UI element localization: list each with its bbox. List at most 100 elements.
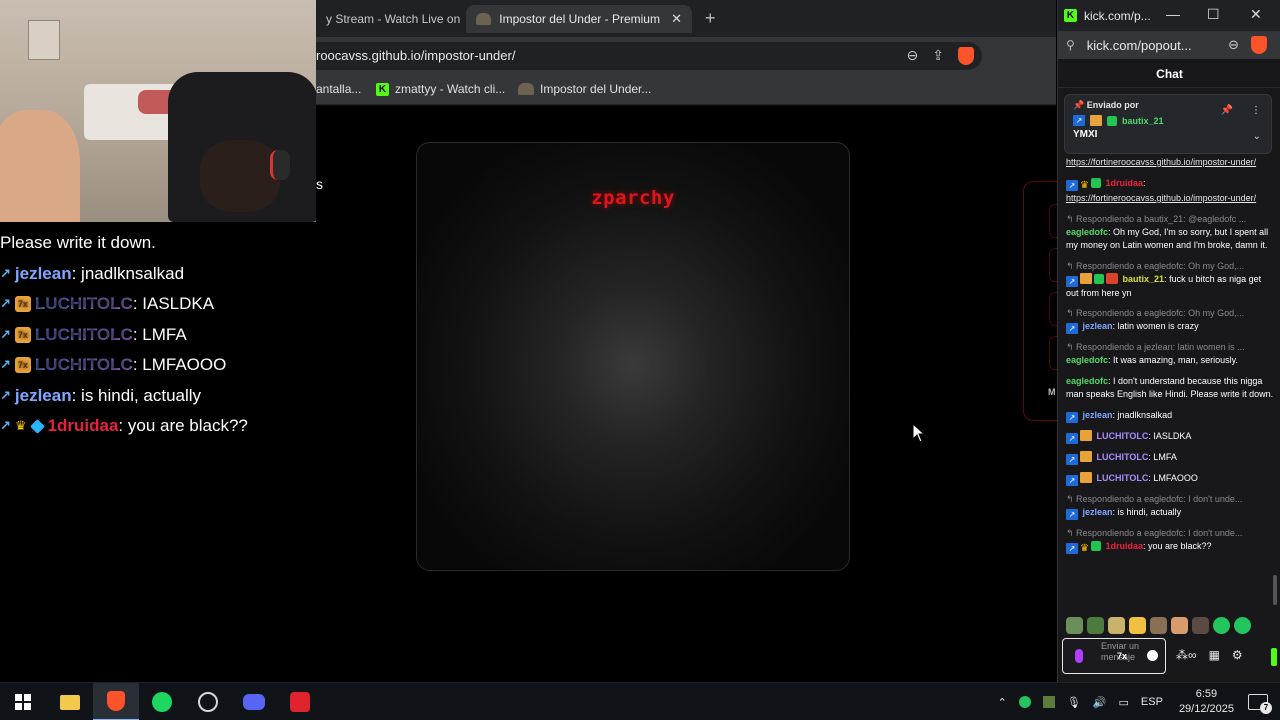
gift-badge-icon xyxy=(1090,540,1101,551)
mouse-cursor-icon xyxy=(912,423,926,443)
reply-context[interactable]: ↰ Respondiendo a jezlean: latin women is… xyxy=(1066,341,1274,354)
sword-badge-icon: ↗ xyxy=(1066,411,1078,423)
chat-text: IASLDKA xyxy=(1153,430,1192,441)
chat-message: ↗ LUCHITOLC: LMFAOOO xyxy=(1066,471,1274,486)
popout-chat-window: K kick.com/p... — ☐ ✕ ⚲ kick.com/popout.… xyxy=(1057,0,1280,682)
crown-badge-icon: ♛ xyxy=(14,418,27,434)
chat-message: ↗ jezlean: jnadlknsalkad xyxy=(1066,409,1274,423)
emote-icon[interactable] xyxy=(1192,617,1209,634)
volume-icon[interactable]: 🔊 xyxy=(1093,696,1107,709)
url-text[interactable]: roocavss.github.io/impostor-under/ xyxy=(316,48,515,63)
bookmark-item-zmattyy[interactable]: K zmattyy - Watch cli... xyxy=(376,82,505,96)
close-icon[interactable]: ✕ xyxy=(1250,6,1262,23)
game-title: zparchy xyxy=(591,187,675,209)
chat-link[interactable]: https://fortineroocavss.github.io/impost… xyxy=(1066,193,1256,203)
chat-input[interactable]: Enviar un mensaje 7x xyxy=(1062,638,1166,674)
users-icon[interactable]: ⁂∞ xyxy=(1176,648,1197,662)
tab-impostor[interactable]: Impostor del Under - Premium B ✕ xyxy=(466,5,692,33)
reply-context[interactable]: ↰ Respondiendo a bautix_21: @eagledofc .… xyxy=(1066,213,1274,226)
notification-icon[interactable]: 7 xyxy=(1248,694,1272,714)
more-options-icon[interactable]: ⋮ xyxy=(1251,105,1261,116)
chat-link[interactable]: https://fortineroocavss.github.io/impost… xyxy=(1066,157,1256,167)
minimize-icon[interactable]: — xyxy=(1166,6,1180,22)
chat-scrollbar[interactable] xyxy=(1273,575,1277,605)
pin-icon[interactable]: 📌 xyxy=(1221,105,1233,116)
emote-icon[interactable] xyxy=(1171,617,1188,634)
pinned-message[interactable]: 📌 Enviado por 📌 ⋮ ↗ bautix_21 YMXI ⌄ xyxy=(1064,94,1272,154)
kick-icon: K xyxy=(376,82,389,96)
start-button[interactable] xyxy=(0,683,46,720)
microphone-icon[interactable] xyxy=(1075,649,1083,663)
chat-username[interactable]: jezlean xyxy=(1083,410,1113,420)
zoom-icon[interactable]: ⊖ xyxy=(1228,37,1239,53)
spotify-icon xyxy=(152,692,172,712)
chat-username[interactable]: eagledofc xyxy=(1066,355,1108,365)
sword-badge-icon: ↗ xyxy=(0,387,11,403)
microphone-icon[interactable]: 🎙 xyxy=(1067,696,1081,709)
status-icon[interactable] xyxy=(1018,696,1031,708)
chat-username[interactable]: LUCHITOLC xyxy=(1097,473,1149,483)
new-tab-icon[interactable]: + xyxy=(705,8,716,29)
network-icon[interactable]: ▭ xyxy=(1119,696,1129,709)
sword-badge-icon: ↗ xyxy=(1066,453,1078,465)
emote-icon[interactable] xyxy=(1108,617,1125,634)
chevron-up-icon[interactable]: ⌃ xyxy=(998,696,1007,709)
bookmark-item[interactable]: antalla... xyxy=(316,82,361,96)
app-tray-icon[interactable] xyxy=(1042,696,1055,708)
chat-text: jnadlknsalkad xyxy=(1117,409,1173,420)
chat-text: : LMFA xyxy=(132,324,187,344)
discord-icon xyxy=(243,694,265,710)
store-icon[interactable]: ▦ xyxy=(1209,648,1220,662)
reply-context[interactable]: ↰ Respondiendo a eagledofc: Oh my God,..… xyxy=(1066,307,1274,320)
emote-icon[interactable] xyxy=(1213,617,1230,634)
taskbar-explorer[interactable] xyxy=(47,683,93,720)
reply-context[interactable]: ↰ Respondiendo a eagledofc: Oh my God,..… xyxy=(1066,260,1274,273)
brave-shield-icon[interactable] xyxy=(1251,36,1267,54)
share-icon[interactable]: ⇪ xyxy=(932,47,944,65)
taskbar-obs[interactable] xyxy=(185,683,231,720)
sub-badge-icon xyxy=(1080,272,1092,284)
reply-text: Respondiendo a eagledofc: I don't unde..… xyxy=(1076,493,1243,504)
reply-text: Respondiendo a jezlean: latin women is .… xyxy=(1076,342,1245,352)
taskbar-app[interactable] xyxy=(277,683,323,720)
bookmark-item-impostor[interactable]: Impostor del Under... xyxy=(518,82,651,96)
chat-username[interactable]: eagledofc xyxy=(1066,227,1108,237)
pinned-username[interactable]: bautix_21 xyxy=(1122,116,1164,126)
emote-icon[interactable] xyxy=(1150,617,1167,634)
send-button[interactable] xyxy=(1271,648,1277,666)
chat-username[interactable]: LUCHITOLC xyxy=(1097,431,1149,441)
chat-username[interactable]: jezlean xyxy=(1083,507,1113,517)
chevron-down-icon[interactable]: ⌄ xyxy=(1253,131,1261,142)
omnibox[interactable]: roocavss.github.io/impostor-under/ ⊖ ⇪ xyxy=(300,42,982,70)
chat-line: ↗ 7x LUCHITOLC : LMFA xyxy=(0,320,320,351)
emote-icon[interactable] xyxy=(1129,617,1146,634)
popout-url[interactable]: kick.com/popout... xyxy=(1087,38,1192,53)
chat-username[interactable]: jezlean xyxy=(1083,321,1113,331)
chat-username[interactable]: LUCHITOLC xyxy=(1097,452,1149,462)
emote-icon[interactable] xyxy=(1066,617,1083,634)
tab-kick-stream[interactable]: y Stream - Watch Live on K xyxy=(316,5,460,33)
game-card: zparchy xyxy=(416,142,850,571)
maximize-icon[interactable]: ☐ xyxy=(1207,6,1220,23)
chat-line: ↗ jezlean : is hindi, actually xyxy=(0,381,320,412)
taskbar-discord[interactable] xyxy=(231,683,277,720)
emote-icon[interactable] xyxy=(1234,617,1251,634)
chat-message: ↗ LUCHITOLC: IASLDKA xyxy=(1066,429,1274,444)
chat-username[interactable]: 1druidaa xyxy=(1105,178,1143,188)
language-indicator[interactable]: ESP xyxy=(1141,696,1163,708)
site-settings-icon[interactable]: ⚲ xyxy=(1066,38,1075,52)
close-icon[interactable]: ✕ xyxy=(671,11,682,27)
clock[interactable]: 6:59 29/12/2025 xyxy=(1179,687,1234,717)
chat-username[interactable]: 1druidaa xyxy=(1105,541,1143,551)
reply-context[interactable]: ↰ Respondiendo a eagledofc: I don't unde… xyxy=(1066,527,1274,540)
brave-shield-icon[interactable] xyxy=(958,47,974,65)
zoom-icon[interactable]: ⊖ xyxy=(907,47,919,65)
settings-icon[interactable]: ⚙ xyxy=(1232,648,1243,662)
taskbar-brave[interactable] xyxy=(93,683,139,720)
taskbar-spotify[interactable] xyxy=(139,683,185,720)
emote-icon[interactable] xyxy=(1087,617,1104,634)
chat-username[interactable]: eagledofc xyxy=(1066,376,1108,386)
chat-username[interactable]: bautix_21 xyxy=(1123,274,1165,284)
reply-context[interactable]: ↰ Respondiendo a eagledofc: I don't unde… xyxy=(1066,493,1274,506)
emoji-icon[interactable] xyxy=(1147,650,1158,661)
